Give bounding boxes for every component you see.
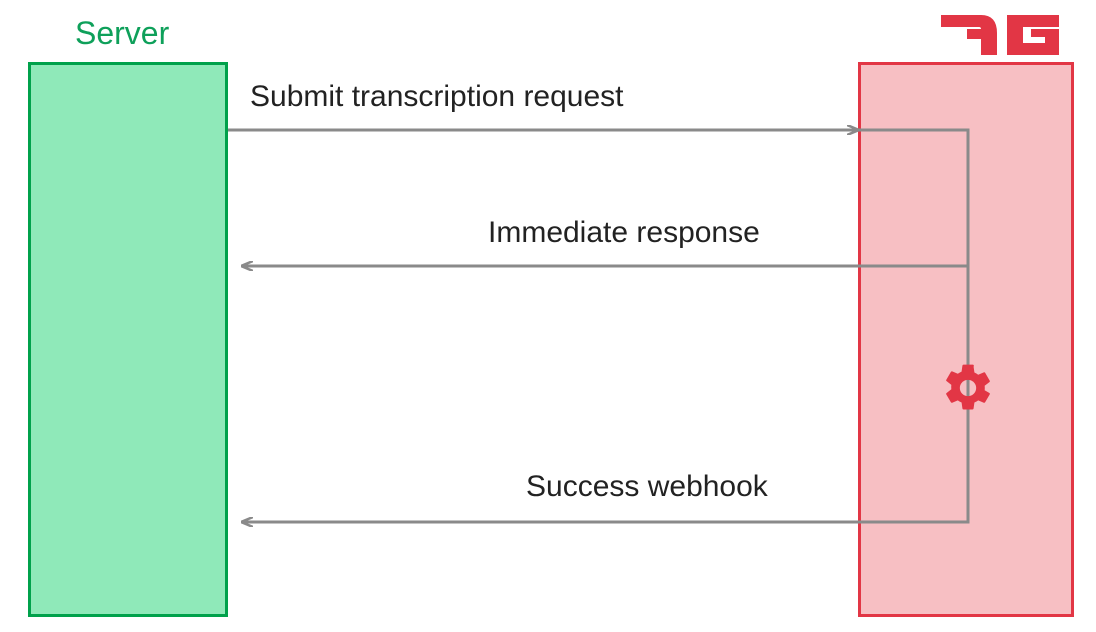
label-submit-request: Submit transcription request [250,80,624,114]
label-success-webhook: Success webhook [526,470,768,504]
server-label: Server [75,15,169,52]
label-immediate-response: Immediate response [488,216,760,250]
server-lifeline-box [28,62,228,617]
dg-logo [941,15,1061,66]
gear-icon [940,360,996,416]
dg-lifeline-box [858,62,1074,617]
